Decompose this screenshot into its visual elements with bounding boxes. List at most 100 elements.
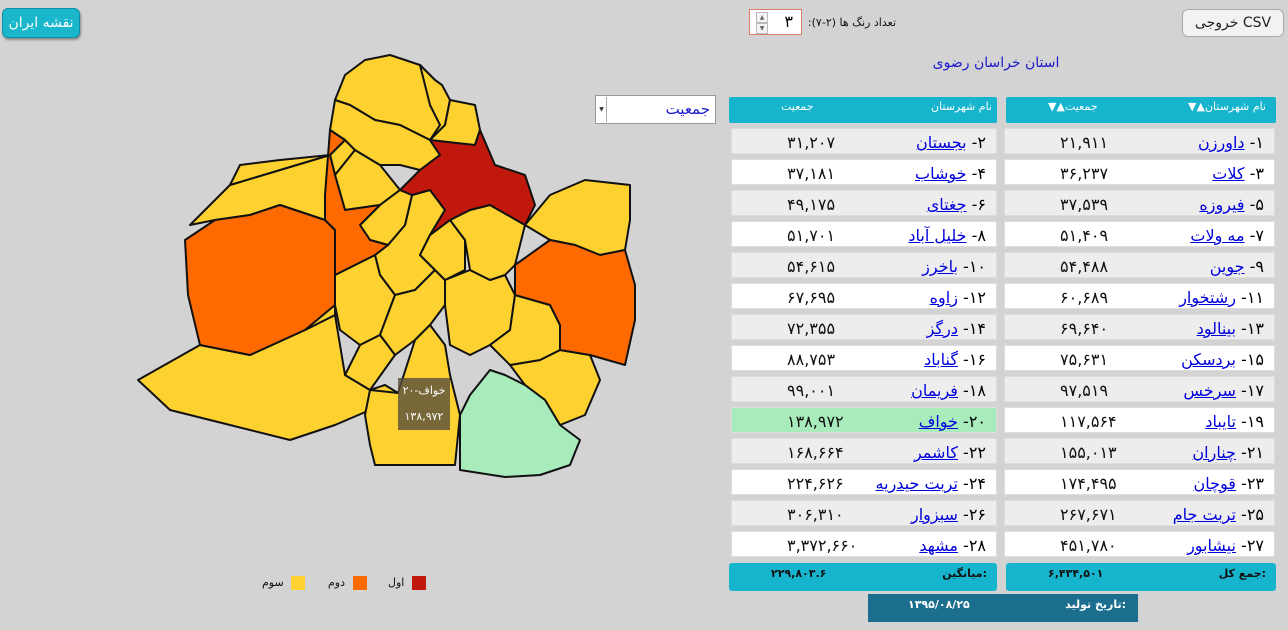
table-row: ۲- بجستان ۳۱,۲۰۷ xyxy=(731,128,997,154)
column-header-name[interactable]: ▼▲نام شهرستان xyxy=(1188,100,1266,113)
district-link[interactable]: جغتای xyxy=(927,195,967,214)
district-link[interactable]: رشتخوار xyxy=(1179,288,1236,307)
district-number: ۸- xyxy=(971,226,986,245)
district-link[interactable]: زاوه xyxy=(930,288,958,307)
table-row: ۲۸- مشهد ۳,۳۷۲,۶۶۰ xyxy=(731,531,997,557)
population-value: ۵۴,۶۱۵ xyxy=(787,257,836,276)
district-number: ۱- xyxy=(1249,133,1264,152)
map-district[interactable] xyxy=(524,179,631,256)
district-link[interactable]: فریمان xyxy=(911,381,958,400)
population-value: ۲۲۴,۶۲۶ xyxy=(787,474,844,493)
district-cell: ۳- کلات xyxy=(1212,164,1264,183)
color-count-value: ۳ xyxy=(784,12,793,31)
table-row: ۲۵- تربت جام ۲۶۷,۶۷۱ xyxy=(1004,500,1275,526)
population-value: ۳۷,۵۳۹ xyxy=(1060,195,1109,214)
population-value: ۱۵۵,۰۱۳ xyxy=(1060,443,1117,462)
district-number: ۲۸- xyxy=(963,536,986,555)
district-cell: ۱۱- رشتخوار xyxy=(1179,288,1264,307)
district-link[interactable]: خوشاب xyxy=(915,164,967,183)
csv-export-button[interactable]: خروجی CSV xyxy=(1182,9,1284,37)
district-link[interactable]: تایباد xyxy=(1205,412,1236,431)
population-value: ۳۰۶,۳۱۰ xyxy=(787,505,844,524)
district-link[interactable]: مشهد xyxy=(919,536,958,555)
population-value: ۵۴,۴۸۸ xyxy=(1060,257,1109,276)
district-cell: ۹- جوین xyxy=(1210,257,1264,276)
district-number: ۱۰- xyxy=(963,257,986,276)
district-link[interactable]: داورزن xyxy=(1198,133,1245,152)
district-number: ۱۵- xyxy=(1241,350,1264,369)
population-value: ۷۲,۳۵۵ xyxy=(787,319,836,338)
production-date-value: ۱۳۹۵/۰۸/۲۵ xyxy=(908,598,970,611)
district-link[interactable]: قوچان xyxy=(1194,474,1236,493)
district-link[interactable]: فیروزه xyxy=(1199,195,1244,214)
table-row: ۲۱- چناران ۱۵۵,۰۱۳ xyxy=(1004,438,1275,464)
total-row: جمع کل: ۶,۴۳۴,۵۰۱ xyxy=(1006,563,1276,591)
table-row: ۱۰- باخرز ۵۴,۶۱۵ xyxy=(731,252,997,278)
district-link[interactable]: چناران xyxy=(1192,443,1236,462)
table-row: ۱۱- رشتخوار ۶۰,۶۸۹ xyxy=(1004,283,1275,309)
total-label: جمع کل: xyxy=(1218,567,1266,580)
district-link[interactable]: بردسکن xyxy=(1181,350,1236,369)
table-header-left: نام شهرستان جمعیت xyxy=(729,97,997,123)
district-link[interactable]: گناباد xyxy=(924,350,958,369)
table-row: ۱۵- بردسکن ۷۵,۶۳۱ xyxy=(1004,345,1275,371)
tooltip-name: ۲۰-خواف xyxy=(402,384,446,397)
district-number: ۱۹- xyxy=(1241,412,1264,431)
district-link[interactable]: بجستان xyxy=(916,133,967,152)
district-number: ۲۵- xyxy=(1241,505,1264,524)
table-row: ۱۸- فریمان ۹۹,۰۰۱ xyxy=(731,376,997,402)
average-value: ۲۲۹,۸۰۳.۶ xyxy=(771,567,827,580)
district-link[interactable]: نیشابور xyxy=(1187,536,1236,555)
district-number: ۲۲- xyxy=(963,443,986,462)
legend-item: اول xyxy=(388,576,426,590)
district-link[interactable]: سرخس xyxy=(1183,381,1236,400)
district-link[interactable]: تربت حیدریه xyxy=(876,474,958,493)
district-cell: ۱- داورزن xyxy=(1198,133,1264,152)
color-count-spinner[interactable]: ▲ ▼ ۳ xyxy=(749,9,802,35)
district-cell: ۱۹- تایباد xyxy=(1205,412,1264,431)
district-link[interactable]: کاشمر xyxy=(914,443,958,462)
district-cell: ۲۳- قوچان xyxy=(1194,474,1265,493)
table-row: ۲۶- سبزوار ۳۰۶,۳۱۰ xyxy=(731,500,997,526)
district-number: ۲۷- xyxy=(1241,536,1264,555)
table-row: ۸- خلیل آباد ۵۱,۷۰۱ xyxy=(731,221,997,247)
district-number: ۲- xyxy=(971,133,986,152)
district-link[interactable]: خلیل آباد xyxy=(908,226,966,245)
average-row: میانگین: ۲۲۹,۸۰۳.۶ xyxy=(729,563,997,591)
district-link[interactable]: مه ولات xyxy=(1190,226,1244,245)
district-link[interactable]: باخرز xyxy=(922,257,958,276)
table-row: ۵- فیروزه ۳۷,۵۳۹ xyxy=(1004,190,1275,216)
average-label: میانگین: xyxy=(942,567,987,580)
district-link[interactable]: تربت جام xyxy=(1173,505,1236,524)
column-header-population[interactable]: ▼▲جمعیت xyxy=(1048,100,1098,113)
district-link[interactable]: جوین xyxy=(1210,257,1245,276)
district-link[interactable]: خواف xyxy=(919,412,958,431)
district-cell: ۱۷- سرخس xyxy=(1183,381,1264,400)
district-number: ۱۳- xyxy=(1241,319,1264,338)
district-number: ۲۱- xyxy=(1241,443,1264,462)
district-cell: ۲۸- مشهد xyxy=(919,536,986,555)
table-row: ۷- مه ولات ۵۱,۴۰۹ xyxy=(1004,221,1275,247)
spin-up-icon[interactable]: ▲ xyxy=(756,12,768,23)
district-link[interactable]: بینالود xyxy=(1197,319,1236,338)
map-tooltip: ۲۰-خواف ۱۳۸,۹۷۲ xyxy=(398,378,450,430)
spin-down-icon[interactable]: ▼ xyxy=(756,23,768,34)
district-number: ۲۴- xyxy=(963,474,986,493)
district-cell: ۱۴- درگز xyxy=(927,319,986,338)
table-header-right[interactable]: ▼▲نام شهرستان ▼▲جمعیت xyxy=(1006,97,1276,123)
district-cell: ۱۵- بردسکن xyxy=(1181,350,1264,369)
district-number: ۷- xyxy=(1249,226,1264,245)
district-cell: ۸- خلیل آباد xyxy=(908,226,986,245)
iran-map-button[interactable]: نقشه ایران xyxy=(2,8,80,38)
district-link[interactable]: سبزوار xyxy=(911,505,958,524)
table-row: ۱۴- درگز ۷۲,۳۵۵ xyxy=(731,314,997,340)
table-row: ۲۳- قوچان ۱۷۴,۴۹۵ xyxy=(1004,469,1275,495)
district-number: ۳- xyxy=(1249,164,1264,183)
production-date: تاریخ تولید: ۱۳۹۵/۰۸/۲۵ xyxy=(868,594,1138,622)
district-number: ۱۱- xyxy=(1241,288,1264,307)
district-cell: ۲۵- تربت جام xyxy=(1173,505,1264,524)
district-number: ۹- xyxy=(1249,257,1264,276)
table-row: ۱۶- گناباد ۸۸,۷۵۳ xyxy=(731,345,997,371)
district-link[interactable]: درگز xyxy=(927,319,958,338)
district-link[interactable]: کلات xyxy=(1212,164,1244,183)
